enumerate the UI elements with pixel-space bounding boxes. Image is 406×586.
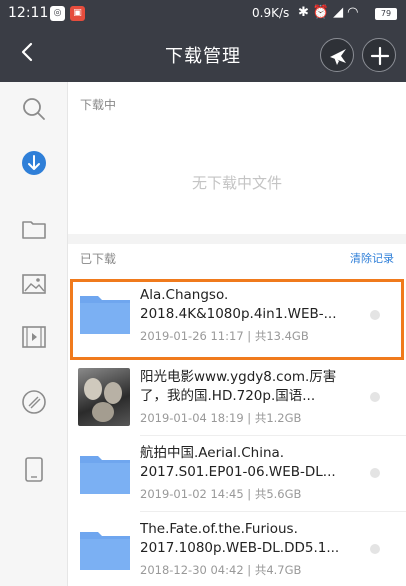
status-icons: ✱⏰◢◠: [298, 5, 362, 20]
top-bar: 12:11 ◎ ▣ 0.9K/s ✱⏰◢◠ 79 下载管理: [0, 0, 406, 82]
network-speed: 0.9K/s: [252, 6, 290, 20]
download-item-meta: 2019-01-02 14:45 | 共5.6GB: [140, 487, 302, 501]
sidebar-item-music[interactable]: [17, 385, 51, 419]
sidebar: [0, 82, 68, 586]
image-icon: [22, 274, 46, 294]
download-item-name: The.Fate.of.the.Furious. 2017.1080p.WEB-…: [140, 521, 340, 556]
share-button[interactable]: [320, 38, 354, 72]
sidebar-item-videos[interactable]: [17, 320, 51, 354]
download-item[interactable]: The.Fate.of.the.Furious. 2017.1080p.WEB-…: [68, 514, 406, 586]
folder-icon: [80, 532, 130, 570]
download-item[interactable]: Ala.Changso. 2018.4K&1080p.4in1.WEB-... …: [68, 280, 406, 354]
plus-icon: [370, 46, 390, 66]
item-options-button[interactable]: [370, 544, 380, 554]
main-panel: 下载中 无下载中文件 已下载 清除记录 Ala.Changso. 2018.4K…: [68, 82, 406, 586]
signal-icon: ◢: [333, 5, 348, 20]
alarm-icon: ⏰: [312, 5, 334, 20]
wifi-icon: ◠: [347, 5, 363, 20]
section-divider: [68, 234, 406, 244]
add-button[interactable]: [362, 38, 396, 72]
downloaded-section-label: 已下载: [80, 252, 117, 266]
download-item[interactable]: 航拍中国.Aerial.China. 2017.S01.EP01-06.WEB-…: [68, 438, 406, 512]
download-item-meta: 2019-01-26 11:17 | 共13.4GB: [140, 329, 309, 343]
bluetooth-icon: ✱: [298, 5, 313, 20]
folder-icon: [22, 221, 46, 239]
item-options-button[interactable]: [370, 392, 380, 402]
download-item-name: 阳光电影www.ygdy8.com.厉害了，我的国.HD.720p.国语...: [140, 369, 337, 404]
bird-icon: [330, 49, 346, 65]
movie-poster-thumbnail: [78, 368, 130, 426]
item-options-button[interactable]: [370, 310, 380, 320]
search-icon: [23, 98, 45, 120]
download-item[interactable]: 阳光电影www.ygdy8.com.厉害了，我的国.HD.720p.国语... …: [68, 362, 406, 436]
download-item-meta: 2018-12-30 04:42 | 共4.7GB: [140, 563, 302, 577]
tablet-icon: [25, 457, 43, 482]
status-time: 12:11: [8, 5, 49, 21]
app-notification-icon-red: ▣: [70, 6, 85, 21]
empty-state-text: 无下载中文件: [191, 174, 282, 192]
download-icon: [22, 151, 46, 175]
downloading-section-label: 下载中: [80, 98, 117, 112]
item-options-button[interactable]: [370, 468, 380, 478]
app-notification-icon: ◎: [50, 6, 65, 21]
clear-history-button[interactable]: 清除记录: [350, 250, 394, 266]
sidebar-item-apps[interactable]: [17, 452, 51, 486]
status-bar: 12:11 ◎ ▣ 0.9K/s ✱⏰◢◠ 79: [0, 0, 406, 28]
folder-icon: [80, 296, 130, 334]
sidebar-item-files[interactable]: [17, 212, 51, 246]
video-icon: [22, 326, 46, 348]
download-item-name: 航拍中国.Aerial.China. 2017.S01.EP01-06.WEB-…: [140, 445, 336, 480]
download-item-meta: 2019-01-04 18:19 | 共1.2GB: [140, 411, 302, 425]
folder-icon: [80, 456, 130, 494]
sidebar-item-images[interactable]: [17, 267, 51, 301]
sidebar-item-search[interactable]: [17, 92, 51, 126]
music-icon: [22, 390, 46, 414]
download-item-name: Ala.Changso. 2018.4K&1080p.4in1.WEB-...: [140, 287, 337, 322]
battery-indicator: 79: [375, 8, 397, 20]
sidebar-item-downloads[interactable]: [17, 146, 51, 180]
